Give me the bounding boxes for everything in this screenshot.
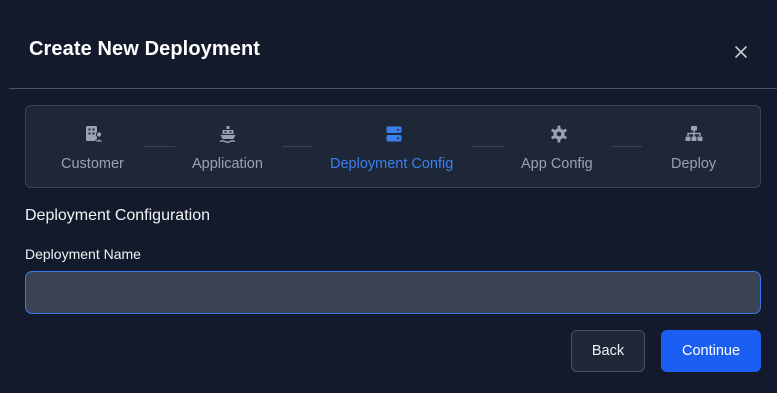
network-icon xyxy=(685,126,703,141)
deployment-name-label: Deployment Name xyxy=(25,246,141,262)
step-label: App Config xyxy=(521,156,593,172)
progress-stepper: Customer Application Deployment Config A… xyxy=(25,105,761,188)
server-icon xyxy=(386,126,402,142)
dialog-header: Create New Deployment xyxy=(0,0,777,89)
header-divider xyxy=(9,88,777,89)
step-customer[interactable]: Customer xyxy=(54,106,134,187)
step-label: Customer xyxy=(61,156,124,172)
step-label: Application xyxy=(192,156,263,172)
step-app-config[interactable]: App Config xyxy=(516,106,600,187)
deployment-name-input[interactable] xyxy=(25,271,761,314)
dialog-title: Create New Deployment xyxy=(29,38,261,60)
section-title: Deployment Configuration xyxy=(25,207,210,224)
step-connector xyxy=(282,146,313,147)
step-connector xyxy=(144,146,175,147)
close-icon[interactable] xyxy=(731,42,751,62)
step-deploy[interactable]: Deploy xyxy=(662,106,726,187)
step-application[interactable]: Application xyxy=(186,106,270,187)
continue-button[interactable]: Continue xyxy=(661,330,761,372)
gear-icon xyxy=(551,125,567,143)
building-user-icon xyxy=(86,126,104,143)
step-label: Deploy xyxy=(671,156,717,172)
step-deployment-config[interactable]: Deployment Config xyxy=(326,106,458,187)
step-connector xyxy=(472,146,504,147)
step-label: Deployment Config xyxy=(330,156,454,172)
step-connector xyxy=(611,146,642,147)
create-deployment-dialog: Create New Deployment Customer Applicati… xyxy=(0,0,777,393)
back-button[interactable]: Back xyxy=(571,330,645,372)
ferry-icon xyxy=(219,126,236,143)
